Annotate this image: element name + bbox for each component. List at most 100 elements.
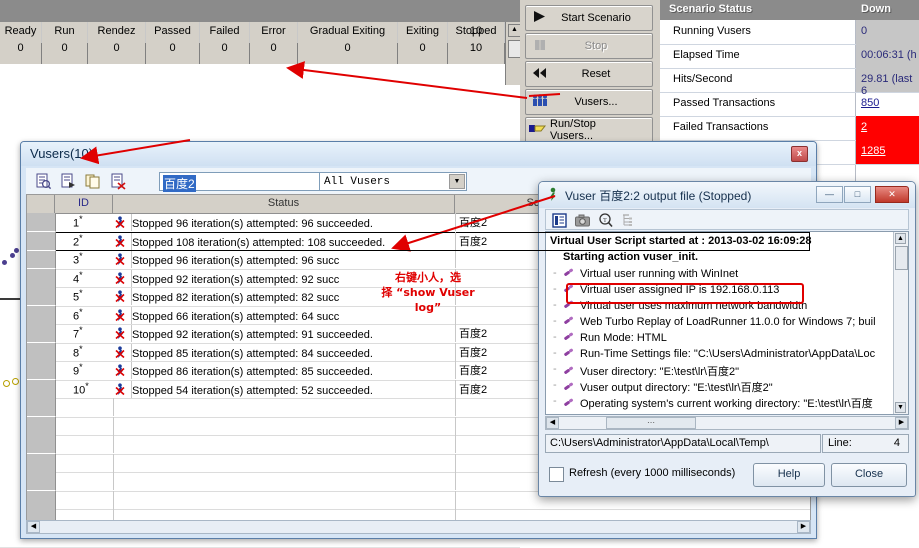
log-scroll-right-arrow[interactable]: ▶ [895,417,908,429]
vusers-horizontal-scrollbar[interactable]: ◀ ▶ [26,520,811,534]
vuser-status-text: Stopped 66 iteration(s) attempted: 64 su… [132,310,340,323]
row-selector[interactable] [27,268,56,288]
stopped-vuser-icon[interactable] [115,327,128,343]
summary-column-value: 0 [169,42,176,54]
stopped-vuser-icon[interactable] [115,253,128,269]
log-vertical-scrollbar[interactable]: ▲ ▼ [893,232,908,414]
vuser-status-cell: Stopped 86 iteration(s) attempted: 85 su… [115,362,373,378]
stopped-vuser-icon[interactable] [115,216,128,232]
vuser-script: 百度2 [459,346,488,359]
maximize-button[interactable]: □ [844,186,871,203]
remove-vuser-icon[interactable] [109,172,127,190]
vusers-window-title: Vusers(10) [30,146,94,161]
stopped-vuser-icon[interactable] [115,290,128,306]
status-row-value[interactable]: 2 [861,121,867,133]
status-row-value[interactable]: 850 [861,97,879,109]
row-selector[interactable] [27,453,56,473]
stopped-vuser-icon[interactable] [115,271,128,288]
log-line: - Vuser directory: "E:\test\lr\百度2" [553,363,739,379]
copy-vuser-icon[interactable] [84,172,102,190]
row-selector[interactable] [27,416,56,436]
output-window-titlebar[interactable]: Vuser 百度2:2 output file (Stopped) — □ ✕ [539,182,915,208]
row-selector[interactable] [27,472,56,491]
snapshot-icon[interactable] [574,212,591,229]
refresh-checkbox[interactable] [549,467,564,482]
run-vuser-icon[interactable] [59,172,77,190]
row-selector[interactable] [27,250,56,269]
annotation-line-3: log” [414,301,442,314]
log-scroll-thumb[interactable] [895,246,908,270]
output-log-view[interactable]: Virtual User Script started at : 2013-03… [545,231,909,415]
log-bullet-icon [563,267,580,280]
summary-bottom-cell [146,22,200,43]
run-stop-vusers-button[interactable]: Run/Stop Vusers... [525,117,653,143]
chevron-down-icon[interactable]: ▼ [449,174,465,189]
summary-vertical-scrollbar[interactable]: ▲ [505,22,521,85]
tree-dash: - [553,395,557,407]
log-line: - Operating system's current working dire… [553,395,873,411]
scenario-status-column-header: Down [861,3,891,15]
stopped-vuser-icon[interactable] [115,308,128,325]
find-icon[interactable]: T [597,212,614,229]
log-line: - Web Turbo Replay of LoadRunner 11.0.0 f… [553,315,876,328]
stopped-vuser-icon[interactable] [115,364,128,380]
log-line-text: Web Turbo Replay of LoadRunner 11.0.0 fo… [580,316,876,328]
vuser-output-window[interactable]: Vuser 百度2:2 output file (Stopped) — □ ✕ … [538,181,916,497]
log-scroll-down-arrow[interactable]: ▼ [895,402,906,413]
close-button[interactable]: Close [831,463,907,487]
status-row-value-cell: 1285 [856,140,919,164]
column-separator [455,379,456,398]
row-selector[interactable] [27,398,56,417]
table-row[interactable]: 2* Stopped 108 iteration(s) attempted: 10… [27,231,810,251]
log-line: - Vuser output directory: "E:\test\lr\百度2… [553,379,773,395]
show-vuser-log-icon[interactable] [34,172,52,190]
status-row-value-cell: 29.81 (last 6 [856,68,919,97]
vusers-button[interactable]: Vusers... [525,89,653,115]
script-filter-combo[interactable]: 百度2 ▼ [159,172,337,192]
stopped-vuser-icon[interactable] [115,382,128,399]
scroll-left-arrow[interactable]: ◀ [27,521,40,533]
row-selector[interactable] [27,231,56,251]
column-separator [455,416,456,435]
vuser-status-text: Stopped 96 iteration(s) attempted: 96 su… [132,218,373,230]
log-scroll-up-arrow[interactable]: ▲ [895,233,906,244]
row-selector[interactable] [27,361,56,380]
group-filter-combo[interactable]: All Vusers ▼ [319,172,467,191]
row-selector[interactable] [27,305,56,325]
minimize-button[interactable]: — [816,186,843,203]
status-row-value[interactable]: 1285 [861,145,885,157]
column-separator [455,435,456,453]
row-selector[interactable] [27,342,56,362]
vusers-window-titlebar[interactable]: Vusers(10) x [21,142,816,166]
log-scroll-left-arrow[interactable]: ◀ [546,417,559,429]
line-indicator: Line: 4 [822,434,909,453]
row-selector[interactable] [27,324,56,343]
text-view-icon[interactable] [551,212,568,229]
vusers-close-button[interactable]: x [791,146,808,162]
log-horizontal-scrollbar[interactable]: ◀ ⋯ ▶ [545,416,909,430]
row-selector[interactable] [27,490,56,510]
vuser-status-cell: Stopped 96 iteration(s) attempted: 96 su… [115,251,339,267]
column-separator [455,324,456,342]
log-hscroll-thumb[interactable]: ⋯ [606,417,696,429]
start-scenario-button[interactable]: Start Scenario [525,5,653,31]
status-row-label: Hits/Second [673,73,733,85]
reset-button[interactable]: Reset [525,61,653,87]
column-header-status[interactable]: Status [113,195,455,213]
svg-text:T: T [603,218,607,224]
row-selector[interactable] [27,287,56,306]
summary-value-row [0,64,520,86]
status-row-value-cell: 0 [856,20,919,44]
help-button[interactable]: Help [753,463,825,487]
stopped-vuser-icon[interactable] [115,234,128,251]
row-selector[interactable] [27,213,56,232]
stopped-vuser-icon[interactable] [115,345,128,362]
row-selector[interactable] [27,435,56,454]
scroll-right-arrow[interactable]: ▶ [797,521,810,533]
close-window-button[interactable]: ✕ [875,186,909,203]
vuser-status-text: Stopped 86 iteration(s) attempted: 85 su… [132,366,373,378]
column-header-id[interactable]: ID [55,195,113,213]
column-header-select[interactable] [27,195,55,213]
row-selector[interactable] [27,379,56,399]
annotation-note: 右键小人，选 择 “show Vuser log” [352,270,504,315]
